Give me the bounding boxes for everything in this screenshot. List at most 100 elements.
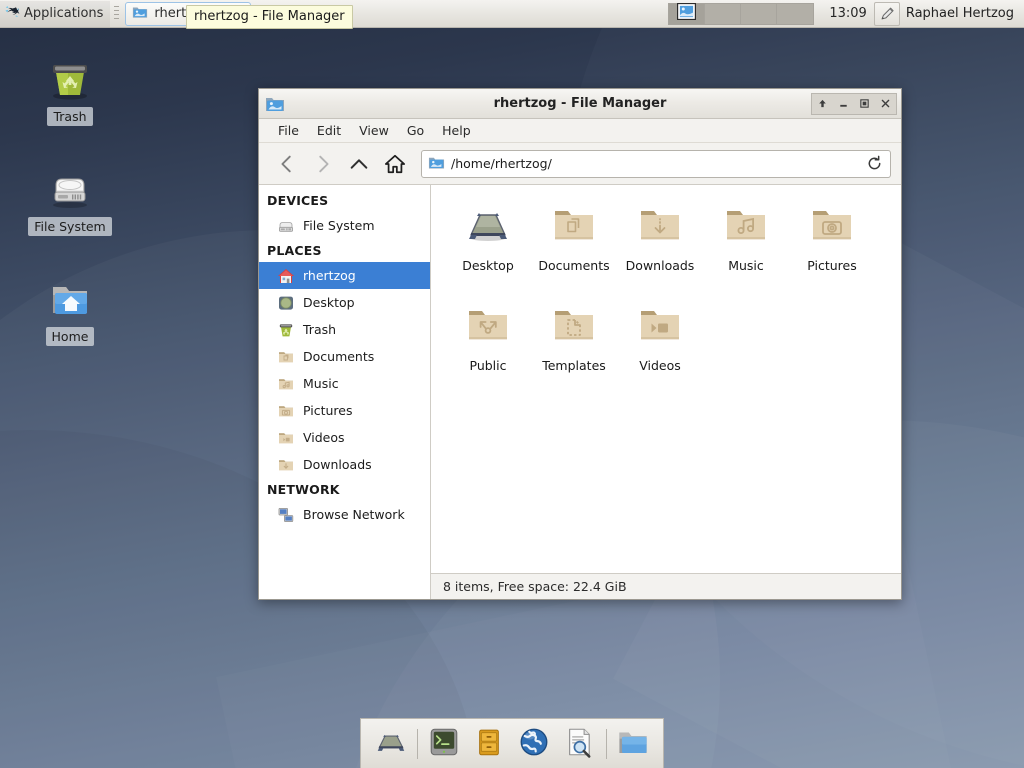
harddisk-icon — [277, 217, 295, 235]
desktop-icon-label: Trash — [47, 107, 93, 126]
up-button[interactable] — [341, 148, 377, 180]
sidebar-item-pictures[interactable]: Pictures — [259, 397, 430, 424]
menubar[interactable]: File Edit View Go Help — [259, 119, 901, 143]
sidebar-item-music[interactable]: Music — [259, 370, 430, 397]
forward-button[interactable] — [305, 148, 341, 180]
content-pane[interactable]: Desktop Documents Downloads Music Pictur… — [431, 185, 901, 599]
applications-label: Applications — [24, 6, 104, 21]
top-panel[interactable]: Applications rhertzog 13:09 Raphael Hert… — [0, 0, 1024, 28]
dock-document-search[interactable] — [558, 722, 601, 766]
file-item-videos[interactable]: Videos — [617, 295, 703, 395]
file-item-public[interactable]: Public — [445, 295, 531, 395]
workspace-4[interactable] — [777, 4, 813, 24]
applications-menu-button[interactable]: Applications — [0, 0, 111, 27]
folder-downloads-icon — [635, 201, 685, 251]
file-manager-icon — [132, 4, 148, 24]
sidebar-item-label: rhertzog — [303, 268, 356, 283]
folder-blue-icon — [616, 725, 650, 762]
dock-terminal[interactable] — [423, 722, 466, 766]
sidebar-item-label: Downloads — [303, 457, 372, 472]
terminal-icon — [427, 725, 461, 762]
network-icon — [277, 506, 295, 524]
minimize-button[interactable] — [833, 94, 854, 114]
home-icon — [277, 267, 295, 285]
folder-downloads-icon — [277, 456, 295, 474]
sidebar-item-label: Videos — [303, 430, 345, 445]
sidebar-item-desktop[interactable]: Desktop — [259, 289, 430, 316]
workspace-switcher[interactable] — [668, 2, 815, 25]
file-item-label: Music — [728, 258, 764, 273]
workspace-window-icon — [677, 2, 697, 24]
file-manager-window[interactable]: rhertzog - File Manager File Edit View G… — [258, 88, 902, 600]
menu-file[interactable]: File — [269, 121, 308, 140]
file-icon-grid[interactable]: Desktop Documents Downloads Music Pictur… — [431, 185, 901, 573]
file-item-label: Desktop — [462, 258, 514, 273]
workspace-1[interactable] — [669, 2, 706, 24]
desktop-icon-trash[interactable]: Trash — [15, 55, 125, 126]
sidebar-item-label: File System — [303, 218, 375, 233]
sidebar-item-browse-network[interactable]: Browse Network — [259, 501, 430, 528]
dock-separator — [417, 728, 418, 759]
file-item-label: Pictures — [807, 258, 857, 273]
dock-file-manager[interactable] — [612, 722, 655, 766]
username-label[interactable]: Raphael Hertzog — [906, 6, 1024, 21]
maximize-button[interactable] — [854, 94, 875, 114]
sidebar-item-downloads[interactable]: Downloads — [259, 451, 430, 478]
folder-music-icon — [721, 201, 771, 251]
workspace-3[interactable] — [741, 3, 778, 24]
window-body: DEVICES File System PLACES rhertzog Desk… — [259, 185, 901, 599]
path-text[interactable]: /home/rhertzog/ — [451, 156, 858, 171]
bottom-dock[interactable] — [360, 718, 664, 768]
sidebar-item-label: Pictures — [303, 403, 353, 418]
menu-go[interactable]: Go — [398, 121, 433, 140]
home-button[interactable] — [377, 148, 413, 180]
sidebar-header-devices: DEVICES — [267, 193, 329, 208]
window-controls[interactable] — [811, 92, 897, 115]
file-item-templates[interactable]: Templates — [531, 295, 617, 395]
pen-tablet-icon[interactable] — [873, 1, 900, 26]
desktop-icon-file-system[interactable]: File System — [15, 165, 125, 236]
dock-separator — [605, 728, 607, 759]
sidebar-item-label: Trash — [303, 322, 337, 337]
toolbar[interactable]: /home/rhertzog/ — [259, 143, 901, 185]
desktop-icon-label: Home — [45, 327, 95, 346]
desktop-table-icon — [463, 201, 513, 251]
dock-archive-manager[interactable] — [468, 722, 511, 766]
sidebar-item-trash[interactable]: Trash — [259, 316, 430, 343]
sidebar-item-file-system[interactable]: File System — [259, 212, 430, 239]
menu-help[interactable]: Help — [433, 121, 480, 140]
globe-icon — [517, 725, 551, 762]
reload-icon[interactable] — [864, 154, 884, 174]
folder-small-icon — [428, 154, 445, 174]
shade-button[interactable] — [812, 94, 833, 114]
dock-show-desktop[interactable] — [369, 722, 412, 766]
debian-swirl-icon — [4, 4, 20, 24]
folder-pictures-icon — [277, 402, 295, 420]
file-item-label: Downloads — [625, 258, 695, 273]
sidebar-item-label: Desktop — [303, 295, 355, 310]
window-titlebar[interactable]: rhertzog - File Manager — [259, 89, 901, 119]
desktop-icon-home[interactable]: Home — [15, 275, 125, 346]
sidebar-item-documents[interactable]: Documents — [259, 343, 430, 370]
file-item-downloads[interactable]: Downloads — [617, 195, 703, 295]
clock[interactable]: 13:09 — [822, 6, 873, 21]
menu-view[interactable]: View — [350, 121, 398, 140]
folder-pictures-icon — [807, 201, 857, 251]
file-item-pictures[interactable]: Pictures — [789, 195, 875, 295]
document-search-icon — [562, 725, 596, 762]
back-button[interactable] — [269, 148, 305, 180]
sidebar-item-videos[interactable]: Videos — [259, 424, 430, 451]
file-item-documents[interactable]: Documents — [531, 195, 617, 295]
close-button[interactable] — [875, 94, 896, 114]
folder-documents-icon — [549, 201, 599, 251]
dock-web-browser[interactable] — [513, 722, 556, 766]
file-item-desktop[interactable]: Desktop — [445, 195, 531, 295]
window-title: rhertzog - File Manager — [493, 96, 667, 111]
menu-edit[interactable]: Edit — [308, 121, 350, 140]
panel-drag-handle[interactable] — [113, 3, 121, 24]
file-item-music[interactable]: Music — [703, 195, 789, 295]
sidebar-item-rhertzog[interactable]: rhertzog — [259, 262, 430, 289]
path-bar[interactable]: /home/rhertzog/ — [421, 149, 891, 178]
sidebar[interactable]: DEVICES File System PLACES rhertzog Desk… — [259, 185, 431, 599]
workspace-2[interactable] — [705, 3, 742, 24]
